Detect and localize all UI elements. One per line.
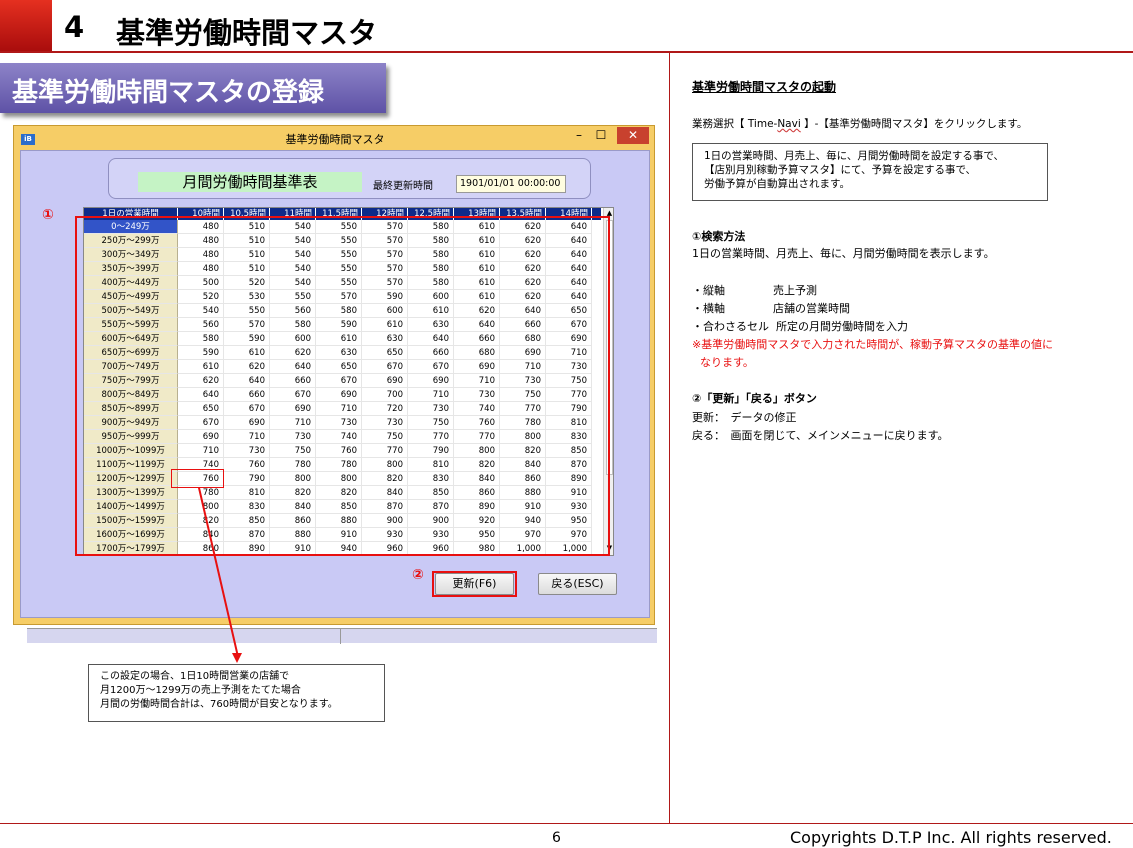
maximize-icon[interactable]: ☐ bbox=[591, 127, 611, 144]
info-line: 労働予算が自動算出されます。 bbox=[704, 178, 850, 190]
status-bar bbox=[27, 628, 657, 644]
callout-line: 月間の労働時間合計は、760時間が目安となります。 bbox=[100, 699, 338, 710]
right-heading: 基準労働時間マスタの起動 bbox=[692, 80, 837, 94]
info-line: 1日の営業時間、月売上、毎に、月間労働時間を設定する事で、 bbox=[704, 150, 1004, 162]
buttons-heading: ②「更新」「戻る」ボタン bbox=[692, 392, 817, 405]
footer-divider bbox=[0, 823, 1133, 824]
axis-horizontal-value: 店舗の営業時間 bbox=[773, 302, 850, 315]
window-title: 基準労働時間マスタ bbox=[285, 133, 385, 146]
axis-vertical-value: 売上予測 bbox=[773, 284, 817, 297]
column-divider bbox=[669, 53, 670, 823]
update-button-highlight bbox=[432, 571, 517, 597]
cell-highlight-box bbox=[171, 469, 224, 488]
instruction-part-a: 業務選択【 Time- bbox=[692, 118, 778, 130]
page-number: 6 bbox=[552, 830, 561, 846]
callout-line: この設定の場合、1日10時間営業の店舗で bbox=[100, 671, 290, 682]
callout-line: 月1200万～1299万の売上予測をたてた場合 bbox=[100, 685, 301, 696]
status-separator bbox=[340, 629, 341, 644]
grid-highlight-box bbox=[75, 216, 610, 556]
note-line-1: ※基準労働時間マスタで入力された時間が、稼動予算マスタの基準の値に bbox=[692, 338, 1053, 351]
last-updated-label: 最終更新時間 bbox=[373, 181, 433, 192]
search-description: 1日の営業時間、月売上、毎に、月間労働時間を表示します。 bbox=[692, 247, 995, 260]
header-accent-bar bbox=[0, 0, 52, 52]
copyright: Copyrights D.T.P Inc. All rights reserve… bbox=[790, 828, 1112, 847]
launch-instruction: 業務選択【 Time-Navi 】-【基準労働時間マスタ】をクリックします。 bbox=[692, 116, 1027, 131]
back-description: 戻る： 画面を閉じて、メインメニューに戻ります。 bbox=[692, 429, 949, 442]
axis-cell-value: 所定の月間労働時間を入力 bbox=[776, 320, 908, 333]
section-banner: 基準労働時間マスタの登録 bbox=[0, 63, 386, 113]
instruction-part-b: 】-【基準労働時間マスタ】をクリックします。 bbox=[800, 118, 1028, 130]
axis-horizontal-label: ・横軸 bbox=[692, 302, 725, 315]
back-button[interactable]: 戻る(ESC) bbox=[538, 573, 617, 595]
instruction-navi: Navi bbox=[777, 118, 801, 130]
callout-arrow-head bbox=[232, 653, 242, 663]
header-divider bbox=[0, 51, 1133, 53]
page-title: 基準労働時間マスタ bbox=[116, 16, 378, 50]
sheet-title: 月間労働時間基準表 bbox=[138, 172, 362, 192]
section-number: 4 bbox=[64, 10, 85, 44]
axis-vertical-label: ・縦軸 bbox=[692, 284, 725, 297]
marker-one: ① bbox=[42, 207, 54, 223]
info-box: 1日の営業時間、月売上、毎に、月間労働時間を設定する事で、 【店別月別稼動予算マ… bbox=[692, 143, 1048, 201]
axis-cell-label: ・合わさるセル bbox=[692, 320, 769, 333]
marker-two: ② bbox=[412, 567, 424, 583]
minimize-icon[interactable]: – bbox=[569, 127, 589, 144]
search-heading: ①検索方法 bbox=[692, 230, 746, 243]
close-icon[interactable]: ✕ bbox=[617, 127, 649, 144]
callout-box: この設定の場合、1日10時間営業の店舗で 月1200万～1299万の売上予測をた… bbox=[88, 664, 385, 722]
note-line-2: なります。 bbox=[700, 356, 754, 369]
info-line: 【店別月別稼動予算マスタ】にて、予算を設定する事で、 bbox=[704, 164, 977, 176]
last-updated-field: 1901/01/01 00:00:00 bbox=[456, 175, 566, 193]
update-description: 更新： データの修正 bbox=[692, 411, 797, 424]
